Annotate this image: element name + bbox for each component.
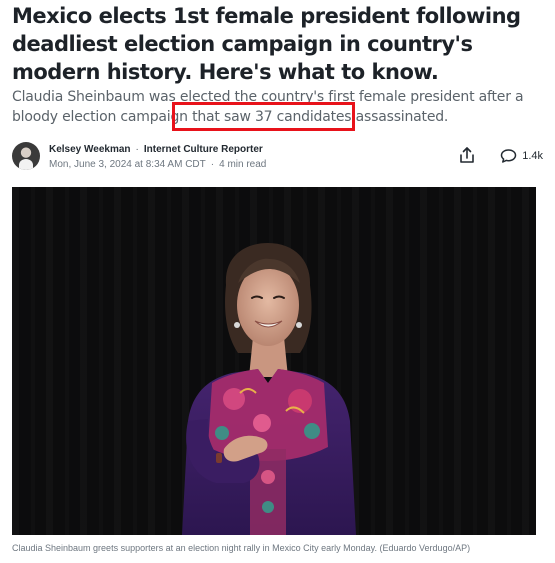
article-photo[interactable]: [12, 187, 536, 535]
read-time: 4 min read: [219, 159, 267, 170]
article-headline: Mexico elects 1st female president follo…: [12, 4, 521, 84]
byline-meta-row: Mon, June 3, 2024 at 8:34 AM CDT · 4 min r…: [49, 158, 266, 171]
comments-button[interactable]: 1.4k: [500, 147, 543, 165]
meta-separator: ·: [210, 159, 215, 170]
byline: Kelsey Weekman · Internet Culture Reporter…: [12, 142, 543, 172]
article-subhead: Claudia Sheinbaum was elected the countr…: [12, 87, 542, 127]
share-icon: [460, 147, 474, 163]
author-name[interactable]: Kelsey Weekman: [49, 144, 131, 155]
byline-separator: ·: [135, 144, 139, 155]
subhead-highlight-text: 37 candidates assassinated.: [254, 109, 449, 125]
photo-caption: Claudia Sheinbaum greets supporters at a…: [12, 543, 471, 553]
photo-subject-illustration: [182, 243, 356, 535]
comment-icon: [500, 149, 517, 163]
comment-count: 1.4k: [522, 150, 543, 162]
author-role: Internet Culture Reporter: [143, 144, 263, 155]
publish-date: Mon, June 3, 2024 at 8:34 AM CDT: [49, 159, 206, 170]
share-button[interactable]: [458, 146, 476, 164]
byline-author-row: Kelsey Weekman · Internet Culture Reporter: [49, 143, 263, 156]
author-avatar[interactable]: [12, 142, 40, 170]
